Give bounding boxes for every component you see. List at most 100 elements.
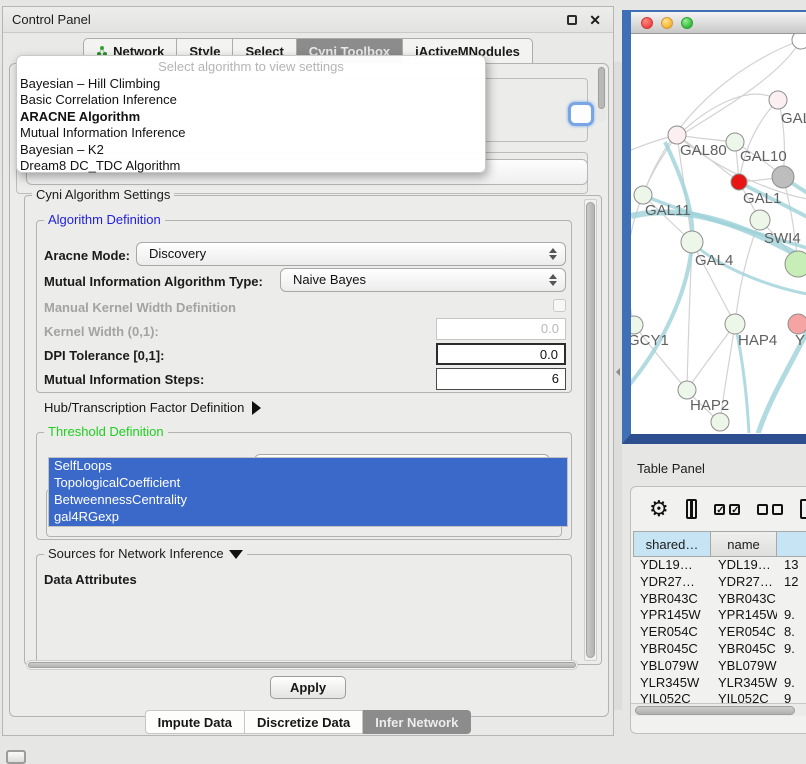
settings-vertical-scrollbar[interactable] [584, 199, 597, 661]
export-table-icon[interactable] [800, 499, 806, 519]
algorithm-definition-legend: Algorithm Definition [44, 213, 165, 227]
column-header[interactable]: name [711, 531, 777, 557]
sources-legend: Sources for Network Inference [44, 547, 247, 561]
kernel-width-label: Kernel Width (0,1): [44, 324, 159, 339]
table-row[interactable]: YPR145WYPR145W9. [633, 607, 806, 624]
algorithm-option[interactable]: Bayesian – K2 [17, 141, 485, 157]
network-window-titlebar [631, 12, 806, 34]
attribute-item[interactable]: SelfLoops [49, 458, 567, 475]
table-cell: YPR145W [633, 607, 711, 624]
column-header[interactable] [777, 531, 806, 557]
node-green-edge[interactable] [785, 251, 806, 277]
network-view-window: GALGAL80GAL10GAL1SWI4GAL11GAL4GCY1HAP4YH… [622, 10, 806, 444]
node-swi4-label: SWI4 [764, 230, 801, 247]
settings-horizontal-scrollbar[interactable] [26, 660, 578, 670]
table-panel-title: Table Panel [637, 461, 705, 476]
table-row[interactable]: YDL19…YDL19…13 [633, 557, 806, 574]
select-all-columns-icon[interactable]: ✓✓ [714, 504, 740, 515]
minimize-window-icon[interactable] [661, 17, 673, 29]
network-canvas[interactable]: GALGAL80GAL10GAL1SWI4GAL11GAL4GCY1HAP4YH… [631, 34, 806, 433]
algorithm-option[interactable]: Dream8 DC_TDC Algorithm [17, 157, 485, 173]
aracne-mode-combobox[interactable]: Discovery [136, 242, 566, 266]
attribute-item[interactable]: TopologicalCoefficient [49, 475, 567, 492]
hub-transcription-factor-section[interactable]: Hub/Transcription Factor Definition [44, 400, 261, 415]
node-pink-edge[interactable] [788, 314, 806, 334]
threshold-definition-legend: Threshold Definition [44, 425, 168, 439]
attribute-item[interactable]: gal4RGexp [49, 509, 567, 526]
algorithm-option[interactable]: Basic Correlation Inference [17, 91, 485, 107]
table-cell: YDR27… [711, 574, 777, 591]
bottom-tab-infer-network[interactable]: Infer Network [363, 710, 471, 734]
columns-icon[interactable] [686, 499, 697, 519]
manual-kernel-width-label: Manual Kernel Width Definition [44, 300, 236, 315]
close-panel-icon[interactable]: ✕ [589, 11, 601, 29]
dpi-tolerance-label: DPI Tolerance [0,1]: [44, 348, 164, 363]
algorithm-option[interactable]: Bayesian – Hill Climbing [17, 75, 485, 91]
data-attributes-list[interactable]: SelfLoopsTopologicalCoefficientBetweenne… [48, 457, 568, 527]
attributes-list-scrollbar[interactable] [597, 66, 606, 122]
deselect-all-columns-icon[interactable] [757, 504, 783, 515]
dropdown-hint: Select algorithm to view settings [17, 59, 485, 75]
gear-icon[interactable]: ⚙ [649, 498, 669, 520]
table-row[interactable]: YLR345WYLR345W9. [633, 675, 806, 692]
collapse-arrow-icon[interactable] [229, 550, 243, 559]
table-cell: YBL079W [633, 658, 711, 675]
node-swi4[interactable] [750, 210, 770, 230]
algorithm-option[interactable]: ARACNE Algorithm [17, 108, 485, 124]
node-gal1[interactable] [731, 174, 747, 190]
node-gray[interactable] [772, 166, 794, 188]
table-cell: 9. [777, 641, 806, 658]
node-gal10-label: GAL10 [740, 148, 787, 165]
bottom-tab-discretize-data[interactable]: Discretize Data [245, 710, 363, 734]
table-cell: 13 [777, 557, 806, 574]
node-hap4[interactable] [725, 314, 745, 334]
table-row[interactable]: YBR043CYBR043C [633, 591, 806, 608]
network-edge[interactable] [739, 100, 778, 182]
algorithm-dropdown-popup: Select algorithm to view settings Bayesi… [16, 55, 486, 173]
split-handle-icon[interactable] [616, 368, 620, 376]
close-window-icon[interactable] [641, 17, 653, 29]
table-horizontal-scrollbar[interactable] [631, 703, 806, 716]
table-row[interactable]: YBL079WYBL079W [633, 658, 806, 675]
table-row[interactable]: YBR045CYBR045C9. [633, 641, 806, 658]
node-pink-edge-label: Y [795, 332, 805, 349]
bottom-tab-impute-data[interactable]: Impute Data [145, 710, 245, 734]
node-gal11-label: GAL11 [645, 202, 691, 219]
algorithm-combobox-focus-ring[interactable] [568, 102, 594, 126]
network-edge[interactable] [687, 324, 735, 390]
apply-button[interactable]: Apply [270, 676, 346, 699]
attribute-item[interactable]: BetweennessCentrality [49, 492, 567, 509]
zoom-window-icon[interactable] [681, 17, 693, 29]
algorithm-option[interactable]: Mutual Information Inference [17, 124, 485, 140]
bottom-tabs: Impute DataDiscretize DataInfer Network [3, 710, 613, 734]
mi-algorithm-type-combobox[interactable]: Naive Bayes [280, 268, 566, 292]
dpi-tolerance-field[interactable]: 0.0 [436, 343, 566, 365]
table-cell: YBR043C [633, 591, 711, 608]
node-gal4[interactable] [681, 231, 703, 253]
table-row[interactable]: YDR27…YDR27…12 [633, 574, 806, 591]
cyni-algorithm-settings-legend: Cyni Algorithm Settings [32, 188, 174, 202]
expand-arrow-icon[interactable] [252, 401, 261, 415]
node-hap2-label: HAP2 [690, 397, 729, 414]
desktop: Control Panel ✕ NetworkStyleSelectCyni T… [0, 0, 806, 762]
table-cell: YBL079W [711, 658, 777, 675]
split-pane-divider[interactable] [614, 62, 622, 710]
column-header[interactable]: shared… [633, 531, 711, 557]
manual-kernel-width-checkbox[interactable] [553, 299, 566, 312]
node-edge-bottom[interactable] [711, 413, 729, 431]
kernel-width-field[interactable]: 0.0 [436, 318, 566, 340]
sources-legend-text: Sources for Network Inference [48, 546, 224, 561]
table-cell: 9. [777, 675, 806, 692]
table-cell: YBR043C [711, 591, 777, 608]
table-row[interactable]: YER054CYER054C8. [633, 624, 806, 641]
mi-algorithm-type-value: Naive Bayes [293, 272, 366, 287]
aracne-mode-value: Discovery [149, 246, 206, 261]
node-gal-partial[interactable] [769, 91, 787, 109]
table-panel: ⚙ ✓✓ shared…name YDL19…YDL19…13YDR27…YDR… [630, 486, 806, 734]
mi-steps-field[interactable]: 6 [436, 368, 566, 390]
aracne-mode-label: Aracne Mode: [44, 248, 130, 263]
node-edge-top[interactable] [792, 34, 806, 49]
float-panel-icon[interactable] [567, 15, 577, 25]
sources-group [36, 554, 572, 660]
table-cell: YER054C [711, 624, 777, 641]
